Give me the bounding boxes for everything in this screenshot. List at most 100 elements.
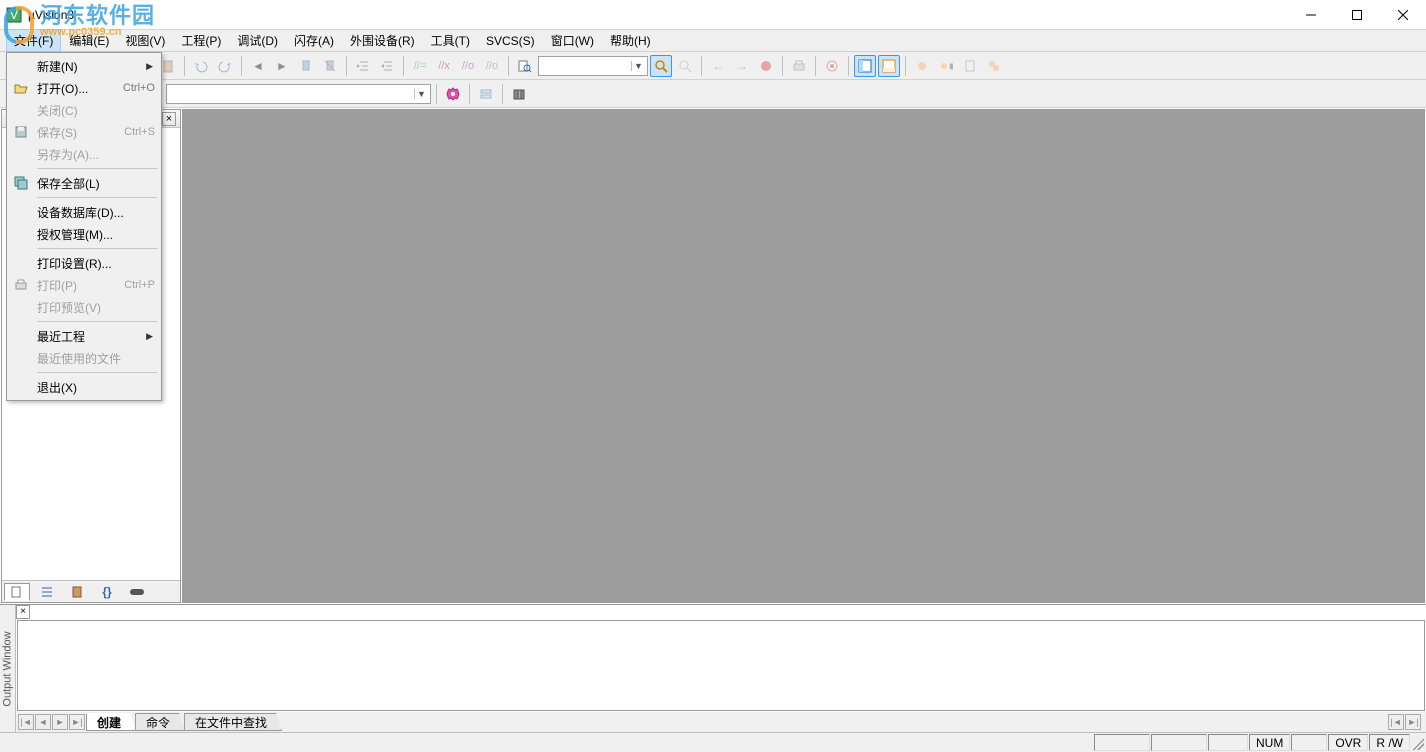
submenu-arrow-icon: ▶ [146,61,153,72]
disable-breakpoints-button[interactable] [983,55,1005,77]
new-icon [11,57,31,75]
tab-func[interactable]: {} [94,583,120,601]
maximize-button[interactable] [1334,0,1380,30]
svg-text:■: ■ [949,59,953,73]
minimize-button[interactable] [1288,0,1334,30]
manage-button[interactable] [475,83,497,105]
output-close-button[interactable]: × [16,605,30,619]
books-button[interactable] [508,83,530,105]
list-icon [41,586,53,598]
find-button[interactable] [650,55,672,77]
menu-item-open[interactable]: 打开(O)... Ctrl+O [9,77,159,99]
build-toolbar: ▼ [0,80,1426,108]
tab-regs[interactable] [34,583,60,601]
standard-toolbar: ◄ ► //= //x //o //o ▼ ← → ■ [0,52,1426,80]
menu-item-exit[interactable]: 退出(X) [9,376,159,398]
main-area: P × {} [0,108,1426,604]
menu-debug[interactable]: 调试(D) [229,29,286,52]
menu-item-print-setup[interactable]: 打印设置(R)... [9,252,159,274]
tab-nav-first[interactable]: |◄ [18,714,34,730]
nav-fwd-button[interactable]: → [731,55,753,77]
output-tab-command[interactable]: 命令 [135,713,185,731]
tab-nav-last[interactable]: ►| [69,714,85,730]
output-label: Output Window [0,605,16,732]
menu-svcs[interactable]: SVCS(S) [478,31,543,51]
menu-tools[interactable]: 工具(T) [423,29,478,52]
book-icon [71,586,83,598]
print-icon [11,276,31,294]
bookmark-toggle-button[interactable] [295,55,317,77]
menu-item-recent-projects[interactable]: 最近工程 ▶ [9,325,159,347]
app-icon: V [6,7,22,23]
nav-back-button[interactable]: ← [707,55,729,77]
menu-item-print-preview: 打印预览(V) [9,296,159,318]
save-icon [11,123,31,141]
status-blank4 [1291,734,1327,751]
output-window-button[interactable] [878,55,900,77]
tab-files[interactable] [4,583,30,601]
output-scroll-right[interactable]: ►| [1405,714,1421,730]
menu-project[interactable]: 工程(P) [173,29,229,52]
panel-close-button[interactable]: × [162,112,176,126]
menu-flash[interactable]: 闪存(A) [286,29,342,52]
tab-books[interactable] [64,583,90,601]
macro2-button[interactable]: //o [481,55,503,77]
svg-text:V: V [10,8,18,22]
menu-view[interactable]: 视图(V) [117,29,173,52]
project-panel-tabs: {} [2,580,180,602]
menu-item-new[interactable]: 新建(N) ▶ [9,55,159,77]
breakpoint-button[interactable] [911,55,933,77]
uncomment-button[interactable]: //x [433,55,455,77]
macro-button[interactable]: //o [457,55,479,77]
debug-button[interactable] [755,55,777,77]
indent-button[interactable] [352,55,374,77]
kill-breakpoints-button[interactable]: ■ [935,55,957,77]
tab-nav-next[interactable]: ► [52,714,68,730]
menu-item-device-db[interactable]: 设备数据库(D)... [9,201,159,223]
menu-window[interactable]: 窗口(W) [543,29,602,52]
status-blank3 [1208,734,1248,751]
output-tab-build[interactable]: 创建 [86,713,136,731]
find-combo[interactable]: ▼ [538,56,648,76]
menu-item-save: 保存(S) Ctrl+S [9,121,159,143]
incremental-find-button[interactable] [674,55,696,77]
target-combo[interactable]: ▼ [166,84,431,104]
menu-item-close: 关闭(C) [9,99,159,121]
menu-item-save-as: 另存为(A)... [9,143,159,165]
undo-button[interactable] [190,55,212,77]
output-text-area[interactable] [17,620,1425,711]
template-icon [130,587,144,597]
print-button[interactable] [788,55,810,77]
options-button[interactable] [442,83,464,105]
output-scroll-left[interactable]: |◄ [1388,714,1404,730]
bookmark-clear-button[interactable] [319,55,341,77]
menu-file[interactable]: 文件(F) [6,29,61,52]
status-bar: NUM OVR R /W [0,732,1426,752]
project-window-button[interactable] [854,55,876,77]
menu-peripherals[interactable]: 外围设备(R) [342,29,423,52]
tab-nav-prev[interactable]: ◄ [35,714,51,730]
save-all-icon [11,174,31,192]
menu-edit[interactable]: 编辑(E) [61,29,117,52]
status-blank1 [1094,734,1150,751]
redo-button[interactable] [214,55,236,77]
bookmark-prev-button[interactable]: ◄ [247,55,269,77]
page-icon [11,586,23,598]
enable-breakpoints-button[interactable] [959,55,981,77]
bookmark-next-button[interactable]: ► [271,55,293,77]
comment-button[interactable]: //= [409,55,431,77]
menu-item-save-all[interactable]: 保存全部(L) [9,172,159,194]
output-tab-find[interactable]: 在文件中查找 [184,713,282,731]
menu-help[interactable]: 帮助(H) [602,29,659,52]
close-button[interactable] [1380,0,1426,30]
file-menu-dropdown: 新建(N) ▶ 打开(O)... Ctrl+O 关闭(C) 保存(S) Ctrl… [6,52,162,401]
output-tabs: |◄ ◄ ► ►| 创建 命令 在文件中查找 |◄ ►| [16,712,1426,732]
window-title: µVision3 [28,8,74,22]
resize-grip-icon[interactable] [1412,738,1424,750]
tab-temp[interactable] [124,583,150,601]
outdent-button[interactable] [376,55,398,77]
debug-start-button[interactable] [821,55,843,77]
status-rw: R /W [1369,734,1410,751]
find-in-files-button[interactable] [514,55,536,77]
menu-item-license[interactable]: 授权管理(M)... [9,223,159,245]
